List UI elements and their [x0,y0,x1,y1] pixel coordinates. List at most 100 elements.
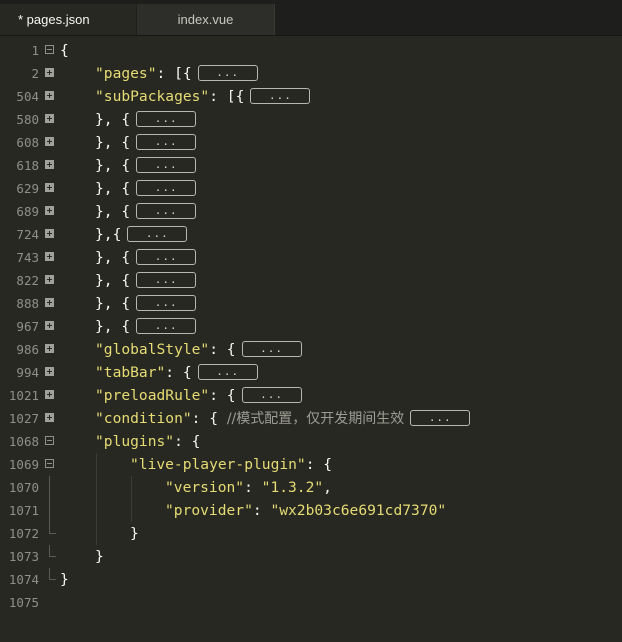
collapsed-region-button[interactable]: ... [127,226,188,242]
fold-expand-icon[interactable] [45,321,54,330]
code-line[interactable]: 822}, {... [0,269,622,292]
code-text: } [60,568,69,591]
fold-expand-icon[interactable] [45,68,54,77]
punctuation-token: }, { [95,295,131,312]
punctuation-token: } [60,571,69,588]
collapsed-region-button[interactable]: ... [136,249,197,265]
fold-expand-icon[interactable] [45,344,54,353]
code-line[interactable]: 689}, {... [0,200,622,223]
code-line[interactable]: 618}, {... [0,154,622,177]
string-token: "provider" [165,502,253,519]
line-number: 743 [16,250,39,265]
code-line[interactable]: 1075 [0,591,622,614]
code-line[interactable]: 1{ [0,39,622,62]
collapsed-region-button[interactable]: ... [136,295,197,311]
tab-index-vue[interactable]: index.vue [137,4,275,35]
fold-expand-icon[interactable] [45,252,54,261]
line-number: 986 [16,342,39,357]
code-line[interactable]: 1072} [0,522,622,545]
tab-pages-json[interactable]: * pages.json [0,4,136,35]
code-line[interactable]: 1068 "plugins": { [0,430,622,453]
collapsed-region-button[interactable]: ... [136,318,197,334]
collapsed-region-button[interactable]: ... [136,111,197,127]
collapsed-region-button[interactable]: ... [410,410,471,426]
fold-expand-icon[interactable] [45,413,54,422]
line-number: 1027 [8,411,39,426]
code-text: }, {... [95,292,197,315]
fold-expand-icon[interactable] [45,275,54,284]
code-line[interactable]: 1021 "preloadRule": {... [0,384,622,407]
line-number: 504 [16,89,39,104]
line-number: 967 [16,319,39,334]
code-line[interactable]: 888 }, {... [0,292,622,315]
fold-collapse-icon[interactable] [45,45,54,54]
code-editor[interactable]: 1{2 "pages": [{... 504 "subPackages": [{...… [0,38,622,642]
code-text: }, {... [95,269,197,292]
code-line[interactable]: 1027 "condition": { //模式配置，仅开发期间生效... [0,407,622,430]
fold-expand-icon[interactable] [45,390,54,399]
fold-guide-line [49,476,50,499]
indent-guide [96,453,97,476]
code-text: }, {... [95,108,197,131]
collapsed-region-button[interactable]: ... [250,88,311,104]
code-line[interactable]: 504 "subPackages": [{... [0,85,622,108]
code-line[interactable]: 629}, {... [0,177,622,200]
fold-expand-icon[interactable] [45,298,54,307]
line-number: 1069 [8,457,39,472]
punctuation-token: },{ [95,226,122,243]
string-token: "preloadRule" [95,387,210,404]
collapsed-region-button[interactable]: ... [136,134,197,150]
indent-guide [96,499,97,522]
code-line[interactable]: 1074} [0,568,622,591]
collapsed-region-button[interactable]: ... [197,364,258,380]
code-line[interactable]: 608 }, {... [0,131,622,154]
collapsed-region-button[interactable]: ... [241,387,302,403]
collapsed-region-button[interactable]: ... [136,203,197,219]
punctuation-token: }, { [95,318,131,335]
code-line[interactable]: 1069 "live-player-plugin": { [0,453,622,476]
line-number: 888 [16,296,39,311]
punctuation-token: }, { [95,134,131,151]
fold-expand-icon[interactable] [45,367,54,376]
fold-expand-icon[interactable] [45,114,54,123]
indent-guide [131,476,132,499]
code-line[interactable]: 2 "pages": [{... [0,62,622,85]
collapsed-region-button[interactable]: ... [136,272,197,288]
code-line[interactable]: 986 "globalStyle": {... [0,338,622,361]
code-line[interactable]: 580}, {... [0,108,622,131]
collapsed-region-button[interactable]: ... [136,180,197,196]
string-token: "condition" [95,410,192,427]
fold-expand-icon[interactable] [45,183,54,192]
fold-expand-icon[interactable] [45,160,54,169]
code-text: "provider": "wx2b03c6e691cd7370" [165,499,446,522]
fold-expand-icon[interactable] [45,91,54,100]
fold-expand-icon[interactable] [45,229,54,238]
fold-collapse-icon[interactable] [45,436,54,445]
code-text: } [130,522,139,545]
code-line[interactable]: 967 }, {... [0,315,622,338]
collapsed-region-button[interactable]: ... [136,157,197,173]
collapsed-region-button[interactable]: ... [197,65,258,81]
code-text: "pages": [{... [95,62,258,85]
string-token: "live-player-plugin" [130,456,306,473]
code-line[interactable]: 1073} [0,545,622,568]
code-line[interactable]: 724},{... [0,223,622,246]
fold-expand-icon[interactable] [45,137,54,146]
code-text: },{... [95,223,188,246]
code-text: }, {... [95,177,197,200]
punctuation-token: }, { [95,249,131,266]
fold-end-marker [49,568,56,580]
line-number: 608 [16,135,39,150]
code-line[interactable]: 1071 "provider": "wx2b03c6e691cd7370" [0,499,622,522]
code-line[interactable]: 994 "tabBar": {... [0,361,622,384]
code-line[interactable]: 743 }, {... [0,246,622,269]
code-line[interactable]: 1070 "version": "1.3.2", [0,476,622,499]
fold-end-marker [49,522,56,534]
fold-collapse-icon[interactable] [45,459,54,468]
code-text: }, {... [95,246,197,269]
code-text: "globalStyle": {... [95,338,302,361]
collapsed-region-button[interactable]: ... [241,341,302,357]
punctuation-token: , [323,479,332,496]
fold-expand-icon[interactable] [45,206,54,215]
code-text: }, {... [95,131,197,154]
